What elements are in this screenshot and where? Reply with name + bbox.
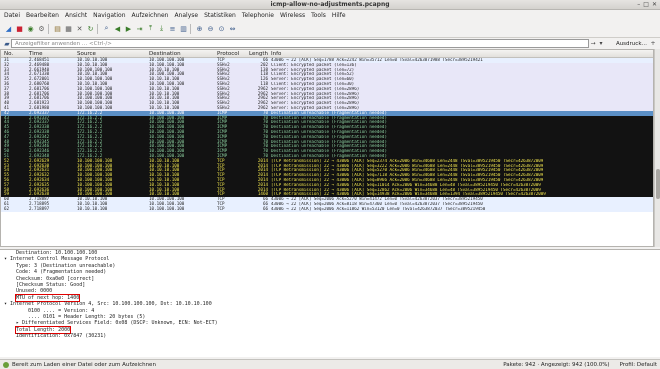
menu-ansicht[interactable]: Ansicht bbox=[65, 12, 87, 19]
column-destination[interactable]: Destination bbox=[149, 51, 217, 57]
close-icon[interactable]: ✕ bbox=[652, 1, 657, 8]
maximize-icon[interactable]: □ bbox=[643, 1, 649, 8]
bookmark-icon[interactable]: ▰ bbox=[3, 39, 11, 48]
reload-icon[interactable]: ↻ bbox=[86, 24, 95, 33]
cell-time: 2.718897 bbox=[29, 205, 50, 211]
profile-label[interactable]: Profil: Default bbox=[620, 362, 657, 368]
column-length[interactable]: Length bbox=[249, 51, 271, 57]
detail-text: Destination: 10.100.100.100 bbox=[16, 250, 98, 256]
toolbar-separator bbox=[190, 23, 193, 34]
apply-filter-icon[interactable]: → bbox=[589, 40, 597, 47]
toolbar-separator bbox=[48, 23, 51, 34]
menu-navigation[interactable]: Navigation bbox=[93, 12, 125, 19]
title-bar: icmp-allow-no-adjustments.pcapng – □ ✕ bbox=[0, 0, 660, 10]
display-filter-input[interactable]: Anzeigefilter anwenden … <Ctrl-/> bbox=[11, 39, 589, 48]
colorize-icon[interactable]: ▥ bbox=[179, 24, 188, 33]
menu-bearbeiten[interactable]: Bearbeiten bbox=[26, 12, 59, 19]
cell-info: 43006 → 22 [ACK] Seq=2006 Ack=11862 Win=… bbox=[271, 206, 486, 211]
go-forward-icon[interactable]: ▶ bbox=[124, 24, 133, 33]
menu-wireless[interactable]: Wireless bbox=[280, 12, 305, 19]
packet-rows: 31 2.468451 10.10.10.100 10.100.100.100 TCP 6… bbox=[1, 57, 653, 212]
status-bar: Bereit zum Laden einer Datei oder zum Au… bbox=[0, 359, 660, 369]
menu-hilfe[interactable]: Hilfe bbox=[332, 12, 346, 19]
autoscroll-icon[interactable]: ≡ bbox=[168, 24, 177, 33]
resize-columns-icon[interactable]: ⇔ bbox=[228, 24, 237, 33]
packet-list: No. Time Source Destination Protocol Len… bbox=[0, 49, 654, 247]
open-file-icon[interactable]: ▤ bbox=[53, 24, 62, 33]
menu-bar: Datei Bearbeiten Ansicht Navigation Aufz… bbox=[0, 10, 660, 20]
capture-status-icon[interactable] bbox=[3, 361, 9, 368]
status-message: Bereit zum Laden einer Datei oder zum Au… bbox=[12, 361, 156, 368]
expression-button[interactable]: Ausdruck… bbox=[605, 41, 649, 47]
last-packet-icon[interactable]: ⤓ bbox=[157, 24, 166, 33]
first-packet-icon[interactable]: ⤒ bbox=[146, 24, 155, 33]
detail-text: Unused: 0000 bbox=[16, 288, 53, 295]
filter-placeholder: Anzeigefilter anwenden … <Ctrl-/> bbox=[15, 40, 112, 47]
menu-analyse[interactable]: Analyse bbox=[174, 12, 198, 19]
detail-text: Type: 3 (Destination unreachable) bbox=[16, 262, 116, 269]
detail-text: Code: 4 (Fragmentation needed) bbox=[16, 269, 107, 276]
zoom-in-icon[interactable]: ⊕ bbox=[195, 24, 204, 33]
zoom-out-icon[interactable]: ⊖ bbox=[206, 24, 215, 33]
menu-aufzeichnen[interactable]: Aufzeichnen bbox=[132, 12, 169, 19]
column-time[interactable]: Time bbox=[29, 51, 77, 57]
go-to-packet-icon[interactable]: ⇥ bbox=[135, 24, 144, 33]
display-filter-bar: ▰ Anzeigefilter anwenden … <Ctrl-/> → ▾ … bbox=[0, 38, 660, 49]
detail-text: ▾ Internet Control Message Protocol bbox=[4, 256, 110, 263]
detail-text: .... 0101 = Header Length: 20 bytes (5) bbox=[28, 313, 146, 320]
go-back-icon[interactable]: ◀ bbox=[113, 24, 122, 33]
detail-text: ▾ Internet Protocol Version 4, Src: 10.1… bbox=[4, 301, 212, 308]
scrollbar-thumb[interactable] bbox=[656, 169, 660, 199]
column-no[interactable]: No. bbox=[1, 51, 29, 57]
detail-text: [Checksum Status: Good] bbox=[16, 281, 86, 288]
close-file-icon[interactable]: ✕ bbox=[75, 24, 84, 33]
minimize-icon[interactable]: – bbox=[637, 1, 640, 8]
cell-proto: TCP bbox=[217, 205, 225, 211]
packet-row[interactable]: 62 2.718897 10.10.10.100 10.100.100.100 TCP 6… bbox=[1, 205, 653, 212]
packet-details: Destination: 10.100.100.100 ▾ Internet Co… bbox=[0, 249, 660, 357]
restart-capture-icon[interactable]: ◉ bbox=[26, 24, 35, 33]
column-info[interactable]: Info bbox=[271, 51, 653, 57]
add-filter-icon[interactable]: + bbox=[649, 40, 657, 47]
detail-rows: Destination: 10.100.100.100 ▾ Internet Co… bbox=[0, 250, 660, 339]
menu-statistiken[interactable]: Statistiken bbox=[204, 12, 236, 19]
cell-src: 10.10.10.100 bbox=[77, 205, 108, 211]
detail-text: Checksum: 0xa0e0 [correct] bbox=[16, 275, 95, 282]
menu-telephonie[interactable]: Telephonie bbox=[242, 12, 274, 19]
cell-len: 66 bbox=[262, 205, 268, 211]
start-capture-icon[interactable]: ◢ bbox=[4, 24, 13, 33]
packet-list-scrollbar[interactable] bbox=[654, 49, 660, 247]
toolbar-separator bbox=[97, 23, 100, 34]
save-file-icon[interactable]: ▦ bbox=[64, 24, 73, 33]
detail-row[interactable]: Identification: 0x7847 (30231) bbox=[0, 333, 660, 339]
find-packet-icon[interactable]: ⌕ bbox=[102, 24, 111, 33]
detail-text: 0100 .... = Version: 4 bbox=[28, 307, 95, 314]
column-protocol[interactable]: Protocol bbox=[217, 51, 249, 57]
detail-text: ▸ Differentiated Services Field: 0x08 (D… bbox=[16, 320, 218, 327]
stop-capture-icon[interactable]: ■ bbox=[15, 24, 24, 33]
detail-text: Identification: 0x7847 (30231) bbox=[16, 333, 107, 340]
menu-datei[interactable]: Datei bbox=[4, 12, 20, 19]
main-toolbar: ◢ ■ ◉ ⚙ ▤ ▦ ✕ ↻ ⌕ ◀ ▶ ⇥ ⤒ ⤓ ≡ ▥ ⊕ ⊖ ⊙ ⇔ bbox=[0, 20, 660, 38]
zoom-normal-icon[interactable]: ⊙ bbox=[217, 24, 226, 33]
packet-count: Pakete: 942 · Angezeigt: 942 (100.0%) bbox=[503, 361, 610, 368]
column-source[interactable]: Source bbox=[77, 51, 149, 57]
filter-dropdown-icon[interactable]: ▾ bbox=[597, 40, 605, 47]
capture-options-icon[interactable]: ⚙ bbox=[37, 24, 46, 33]
menu-tools[interactable]: Tools bbox=[311, 12, 326, 19]
cell-dst: 10.100.100.100 bbox=[149, 205, 185, 211]
cell-no: 62 bbox=[4, 205, 10, 211]
window-title: icmp-allow-no-adjustments.pcapng bbox=[270, 1, 390, 8]
